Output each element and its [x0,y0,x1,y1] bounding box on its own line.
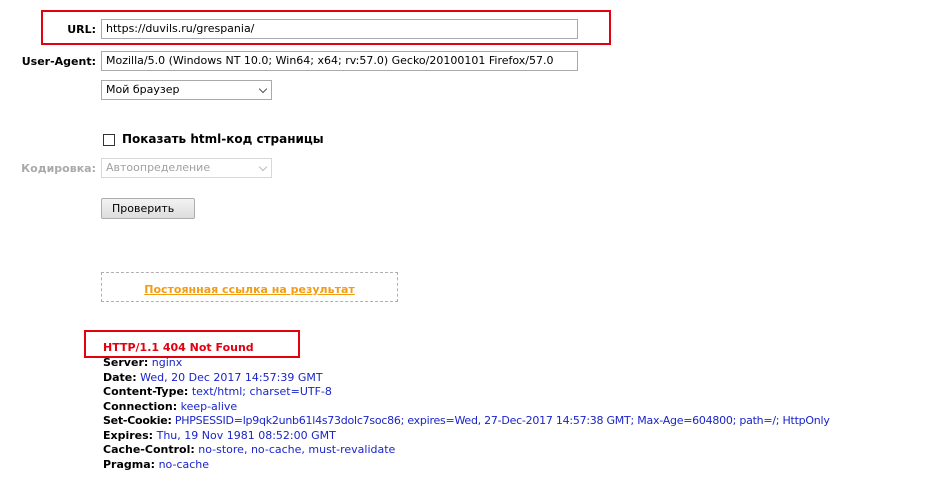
permalink-link[interactable]: Постоянная ссылка на результат [101,283,398,296]
header-name: Set-Cookie: [103,414,172,427]
encoding-select-value: Автоопределение [106,161,211,174]
header-name: Expires: [103,428,154,442]
header-value: text/html; charset=UTF-8 [191,385,332,398]
browser-select[interactable]: Мой браузер [101,80,272,100]
response-status: HTTP/1.1 404 Not Found [103,341,254,354]
header-value: Wed, 20 Dec 2017 14:57:39 GMT [140,370,323,384]
header-value: no-store, no-cache, must-revalidate [198,443,396,456]
browser-select-value: Мой браузер [106,83,180,96]
header-row: Cache-Control: no-store, no-cache, must-… [103,443,948,458]
header-name: Server: [103,356,149,369]
header-name: Date: [103,370,137,384]
response-headers: Server: nginx Date: Wed, 20 Dec 2017 14:… [103,356,948,472]
user-agent-input[interactable]: Mozilla/5.0 (Windows NT 10.0; Win64; x64… [101,51,578,71]
show-html-checkbox[interactable] [103,134,115,146]
check-button[interactable]: Проверить [101,198,195,219]
header-row: Pragma: no-cache [103,458,948,473]
encoding-select[interactable]: Автоопределение [101,158,272,178]
header-value: PHPSESSID=lp9qk2unb61l4s73dolc7soc86; ex… [174,414,830,427]
encoding-label: Кодировка: [21,162,96,175]
header-row: Set-Cookie: PHPSESSID=lp9qk2unb61l4s73do… [103,414,948,429]
url-label: URL: [67,23,96,36]
chevron-down-icon [258,84,268,94]
header-value: no-cache [158,457,210,471]
header-name: Content-Type: [103,385,189,398]
header-row: Server: nginx [103,356,948,371]
url-input[interactable]: https://duvils.ru/grespania/ [101,19,578,39]
header-row: Content-Type: text/html; charset=UTF-8 [103,385,948,400]
user-agent-label: User-Agent: [21,55,96,68]
header-value: Thu, 19 Nov 1981 08:52:00 GMT [156,428,336,442]
show-html-label[interactable]: Показать html-код страницы [122,132,324,146]
header-name: Pragma: [103,457,156,471]
header-value: keep-alive [180,399,238,413]
chevron-down-icon [258,162,268,172]
header-value: nginx [151,356,183,369]
header-row: Expires: Thu, 19 Nov 1981 08:52:00 GMT [103,429,948,444]
header-row: Date: Wed, 20 Dec 2017 14:57:39 GMT [103,371,948,386]
header-name: Connection: [103,399,178,413]
header-row: Connection: keep-alive [103,400,948,415]
header-name: Cache-Control: [103,443,195,456]
